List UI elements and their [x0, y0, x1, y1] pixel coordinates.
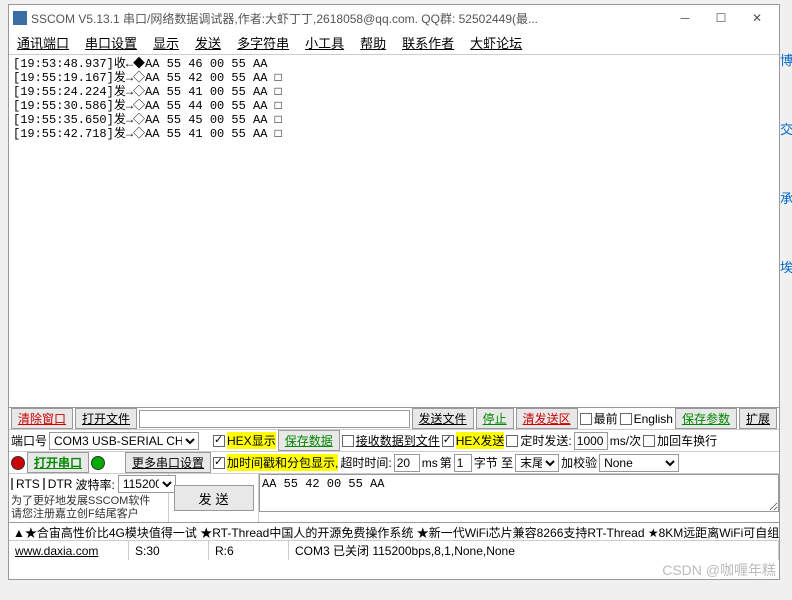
- toolbar-row-4: RTS DTR 波特率: 115200 为了更好地发展SSCOM软件 请您注册嘉…: [9, 473, 779, 522]
- timestamp-checkbox[interactable]: [213, 457, 225, 469]
- status-port: COM3 已关闭 115200bps,8,1,None,None: [289, 541, 779, 560]
- hex-display-checkbox[interactable]: [213, 435, 225, 447]
- watermark: CSDN @咖喱年糕: [662, 560, 776, 580]
- hex-send-label: HEX发送: [456, 432, 505, 449]
- send-file-button[interactable]: 发送文件: [412, 408, 474, 429]
- expand-button[interactable]: 扩展: [739, 408, 777, 429]
- window-title: SSCOM V5.13.1 串口/网络数据调试器,作者:大虾丁丁,2618058…: [31, 10, 667, 27]
- port-status-icon: [11, 456, 25, 470]
- rx-to-file-checkbox[interactable]: [342, 435, 354, 447]
- port-select[interactable]: COM3 USB-SERIAL CH340: [49, 432, 199, 450]
- maximize-button[interactable]: ☐: [703, 6, 739, 30]
- menu-forum[interactable]: 大虾论坛: [470, 33, 522, 52]
- dtr-checkbox[interactable]: [43, 478, 45, 490]
- open-port-button[interactable]: 打开串口: [27, 452, 89, 473]
- promo-text-1: 为了更好地发展SSCOM软件: [11, 495, 166, 508]
- titlebar: SSCOM V5.13.1 串口/网络数据调试器,作者:大虾丁丁,2618058…: [9, 5, 779, 31]
- toolbar-row-3: 打开串口 更多串口设置 加时间戳和分包显示, 超时时间: ms 第 字节 至 末…: [9, 451, 779, 473]
- baud-select[interactable]: 115200: [118, 475, 176, 493]
- status-sent: S:30: [129, 541, 209, 560]
- timer-send-label: 定时发送:: [520, 432, 571, 449]
- page-nav-hints: 博交承埃: [780, 50, 792, 326]
- timer-send-checkbox[interactable]: [506, 435, 518, 447]
- menu-help[interactable]: 帮助: [360, 33, 386, 52]
- menu-port[interactable]: 通讯端口: [17, 33, 69, 52]
- minimize-button[interactable]: ─: [667, 6, 703, 30]
- timer-ms-input[interactable]: [574, 432, 608, 450]
- save-data-button[interactable]: 保存数据: [278, 430, 340, 451]
- port-led-icon: [91, 456, 105, 470]
- menu-multistr[interactable]: 多字符串: [237, 33, 289, 52]
- topmost-checkbox[interactable]: [580, 413, 592, 425]
- english-checkbox[interactable]: [620, 413, 632, 425]
- clear-window-button[interactable]: 清除窗口: [11, 408, 73, 429]
- save-params-button[interactable]: 保存参数: [675, 408, 737, 429]
- crlf-label: 加回车换行: [657, 432, 717, 449]
- file-path-input[interactable]: [139, 410, 410, 428]
- send-button[interactable]: 发 送: [174, 485, 254, 511]
- status-bar: www.daxia.com S:30 R:6 COM3 已关闭 115200bp…: [9, 540, 779, 560]
- port-label: 端口号: [11, 432, 47, 449]
- clear-send-button[interactable]: 清发送区: [516, 408, 578, 429]
- hex-display-label: HEX显示: [227, 432, 276, 449]
- send-textarea[interactable]: [259, 474, 779, 512]
- menu-contact[interactable]: 联系作者: [402, 33, 454, 52]
- byte-from-input[interactable]: [454, 454, 472, 472]
- menu-display[interactable]: 显示: [153, 33, 179, 52]
- promo-text-2: 请您注册嘉立创F结尾客户: [11, 508, 166, 521]
- rx-to-file-label: 接收数据到文件: [356, 432, 440, 449]
- more-settings-button[interactable]: 更多串口设置: [125, 452, 211, 473]
- log-output[interactable]: [19:53:48.937]收←◆AA 55 46 00 55 AA [19:5…: [9, 55, 779, 407]
- menu-send[interactable]: 发送: [195, 33, 221, 52]
- menubar: 通讯端口 串口设置 显示 发送 多字符串 小工具 帮助 联系作者 大虾论坛: [9, 31, 779, 55]
- hex-send-checkbox[interactable]: [442, 435, 454, 447]
- status-recv: R:6: [209, 541, 289, 560]
- close-button[interactable]: ✕: [739, 6, 775, 30]
- menu-tools[interactable]: 小工具: [305, 33, 344, 52]
- checksum-select[interactable]: None: [599, 454, 679, 472]
- menu-settings[interactable]: 串口设置: [85, 33, 137, 52]
- rts-checkbox[interactable]: [11, 478, 13, 490]
- timestamp-label: 加时间戳和分包显示,: [227, 454, 338, 471]
- crlf-checkbox[interactable]: [643, 435, 655, 447]
- toolbar-row-2: 端口号 COM3 USB-SERIAL CH340 HEX显示 保存数据 接收数…: [9, 429, 779, 451]
- app-icon: [13, 11, 27, 25]
- byte-to-select[interactable]: 末尾: [515, 454, 559, 472]
- toolbar-row-1: 清除窗口 打开文件 发送文件 停止 清发送区 最前 English 保存参数 扩…: [9, 407, 779, 429]
- ad-bar: ▲★合宙高性价比4G模块值得一试 ★RT-Thread中国人的开源免费操作系统 …: [9, 522, 779, 540]
- stop-button[interactable]: 停止: [476, 408, 514, 429]
- timeout-input[interactable]: [394, 454, 420, 472]
- status-url[interactable]: www.daxia.com: [9, 541, 129, 560]
- app-window: SSCOM V5.13.1 串口/网络数据调试器,作者:大虾丁丁,2618058…: [8, 4, 780, 580]
- open-file-button[interactable]: 打开文件: [75, 408, 137, 429]
